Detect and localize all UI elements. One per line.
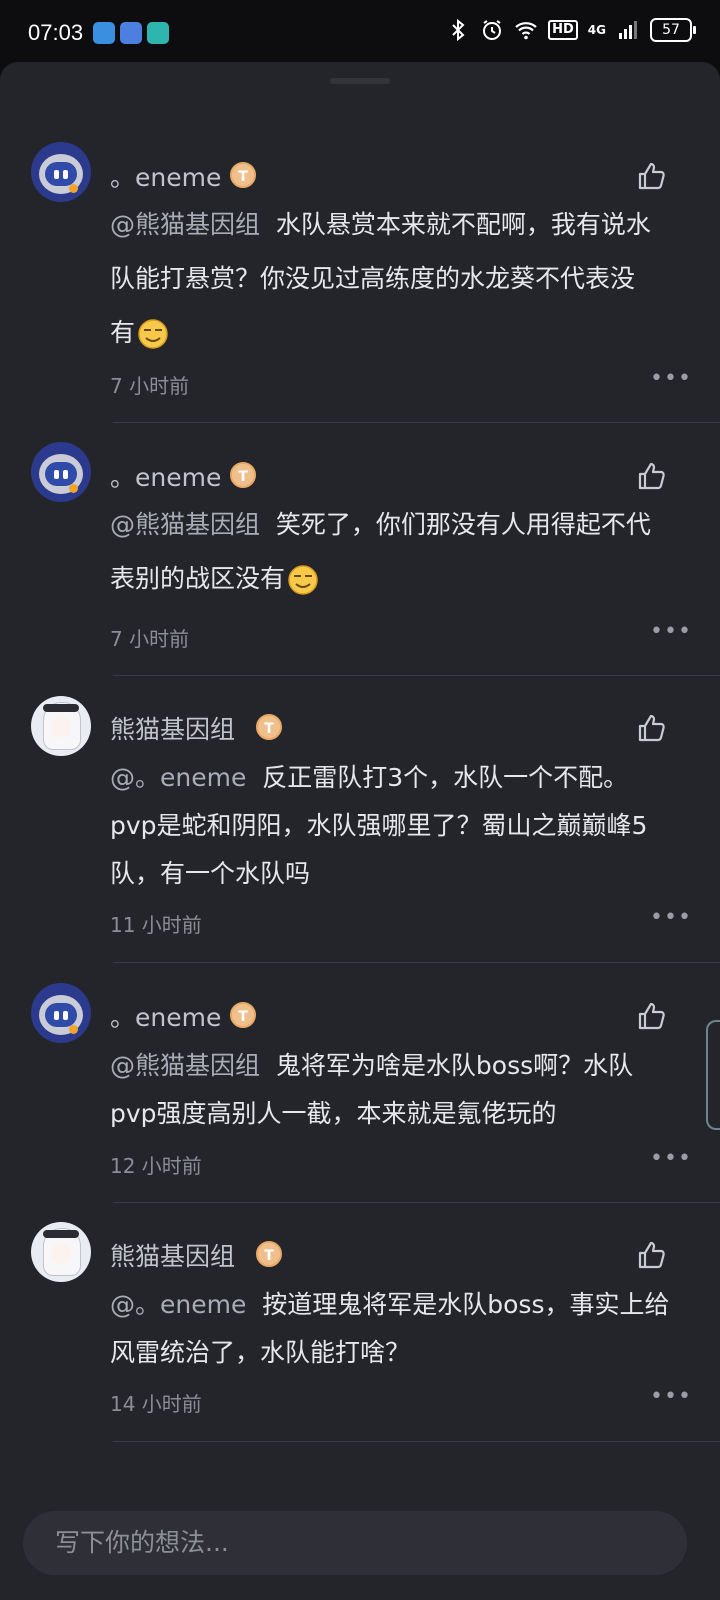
smug-face-emoji: [138, 319, 168, 349]
more-dots-icon[interactable]: •••: [650, 1384, 692, 1409]
divider: [113, 1202, 720, 1203]
mention[interactable]: @。eneme: [110, 1290, 246, 1319]
battery-icon: 57: [650, 18, 696, 42]
mention[interactable]: @熊猫基因组: [110, 1051, 260, 1080]
more-dots-icon[interactable]: •••: [650, 1146, 692, 1171]
username[interactable]: 熊猫基因组: [110, 1237, 235, 1273]
alarm-icon: [483, 20, 502, 40]
timestamp: 11 小时前: [110, 913, 202, 937]
comment-text: @熊猫基因组 笑死了，你们那没有人用得起不代 表别的战区没有: [110, 498, 690, 606]
wifi-icon: [515, 22, 537, 40]
hd-indicator: HD: [548, 20, 578, 40]
smug-face-emoji: [288, 565, 318, 595]
timestamp: 14 小时前: [110, 1392, 202, 1416]
comment-text: @。eneme 按道理鬼将军是水队boss，事实上给 风雷统治了，水队能打啥？: [110, 1290, 670, 1367]
username[interactable]: 。eneme: [110, 998, 221, 1034]
scrollbar-thumb[interactable]: [706, 1020, 720, 1130]
username[interactable]: 熊猫基因组: [110, 710, 235, 746]
app-notification-icon: [93, 22, 115, 44]
divider: [113, 962, 720, 963]
drag-handle[interactable]: [330, 78, 390, 84]
mention[interactable]: @。eneme: [110, 763, 246, 792]
timestamp: 7 小时前: [110, 627, 190, 651]
clock: 07:03: [28, 20, 84, 45]
divider: [113, 1441, 720, 1442]
thumbs-up-icon[interactable]: [636, 460, 668, 492]
level-badge: T: [230, 462, 256, 488]
level-badge: T: [256, 714, 282, 740]
avatar[interactable]: [31, 142, 91, 202]
more-dots-icon[interactable]: •••: [650, 366, 692, 391]
avatar[interactable]: [31, 983, 91, 1043]
username[interactable]: 。eneme: [110, 158, 221, 194]
comment-text: @。eneme 反正雷队打3个，水队一个不配。 pvp是蛇和阴阳，水队强哪里了？…: [110, 763, 648, 888]
avatar[interactable]: [31, 696, 91, 756]
app-notification-icon: [120, 22, 142, 44]
mention[interactable]: @熊猫基因组: [110, 210, 260, 239]
comment-text: @熊猫基因组 鬼将军为啥是水队boss啊？水队 pvp强度高别人一截，本来就是氪…: [110, 1051, 634, 1128]
thumbs-up-icon[interactable]: [636, 1000, 668, 1032]
level-badge: T: [256, 1241, 282, 1267]
mention[interactable]: @熊猫基因组: [110, 510, 260, 539]
level-badge: T: [230, 1002, 256, 1028]
signal-icon: [619, 21, 637, 39]
thumbs-up-icon[interactable]: [636, 712, 668, 744]
bluetooth-icon: [452, 18, 465, 42]
comment-text: @熊猫基因组 水队悬赏本来就不配啊，我有说水 队能打悬赏？你没见过高练度的水龙葵…: [110, 198, 690, 360]
comment-input[interactable]: 写下你的想法...: [23, 1511, 687, 1575]
thumbs-up-icon[interactable]: [636, 160, 668, 192]
divider: [113, 422, 720, 423]
avatar[interactable]: [31, 1222, 91, 1282]
avatar[interactable]: [31, 442, 91, 502]
more-dots-icon[interactable]: •••: [650, 619, 692, 644]
network-type: 4G: [587, 23, 606, 37]
status-bar: 07:03 HD 4G 57: [0, 0, 720, 62]
thumbs-up-icon[interactable]: [636, 1239, 668, 1271]
username[interactable]: 。eneme: [110, 458, 221, 494]
more-dots-icon[interactable]: •••: [650, 905, 692, 930]
timestamp: 12 小时前: [110, 1154, 202, 1178]
level-badge: T: [230, 162, 256, 188]
app-notification-icon: [147, 22, 169, 44]
divider: [113, 675, 720, 676]
timestamp: 7 小时前: [110, 374, 190, 398]
